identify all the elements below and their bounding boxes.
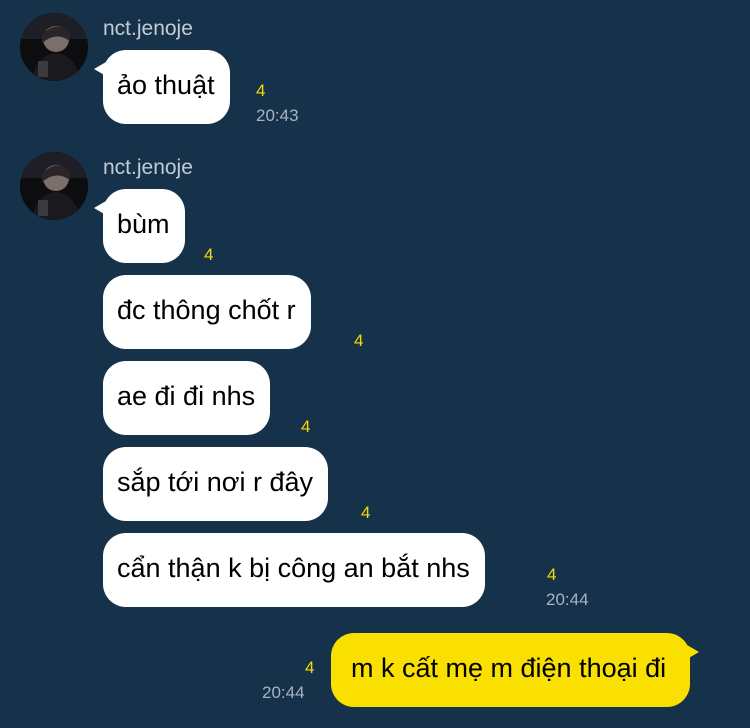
message-text: sắp tới nơi r đây [117, 467, 313, 497]
message-bubble[interactable]: bùm [94, 189, 185, 263]
unread-count: 4 [305, 658, 315, 677]
sender-name: nct.jenoje [103, 156, 193, 179]
message-text: cẩn thận k bị công an bắt nhs [117, 553, 470, 583]
my-message-bubble[interactable]: m k cất mẹ m điện thoại đi [331, 633, 700, 707]
unread-count: 4 [301, 417, 311, 436]
message-text: ae đi đi nhs [117, 381, 256, 411]
message-time: 20:44 [262, 683, 305, 702]
message-text: đc thông chốt r [117, 295, 296, 325]
avatar[interactable] [20, 152, 88, 220]
message-time: 20:44 [546, 590, 589, 609]
sender-name: nct.jenoje [103, 17, 193, 40]
message-bubble[interactable]: ảo thuật [94, 50, 230, 124]
unread-count: 4 [354, 331, 364, 350]
message-bubble[interactable]: đc thông chốt r [103, 275, 311, 349]
unread-count: 4 [361, 503, 371, 522]
message-bubble[interactable]: sắp tới nơi r đây [103, 447, 328, 521]
message-text: ảo thuật [117, 70, 215, 100]
message-time: 20:43 [256, 106, 299, 125]
unread-count: 4 [204, 245, 214, 264]
unread-count: 4 [256, 81, 266, 100]
message-bubble[interactable]: ae đi đi nhs [103, 361, 271, 435]
message-text: m k cất mẹ m điện thoại đi [351, 653, 667, 683]
unread-count: 4 [547, 565, 557, 584]
avatar[interactable] [20, 13, 88, 81]
message-text: bùm [117, 209, 170, 239]
message-bubble[interactable]: cẩn thận k bị công an bắt nhs [103, 533, 485, 607]
